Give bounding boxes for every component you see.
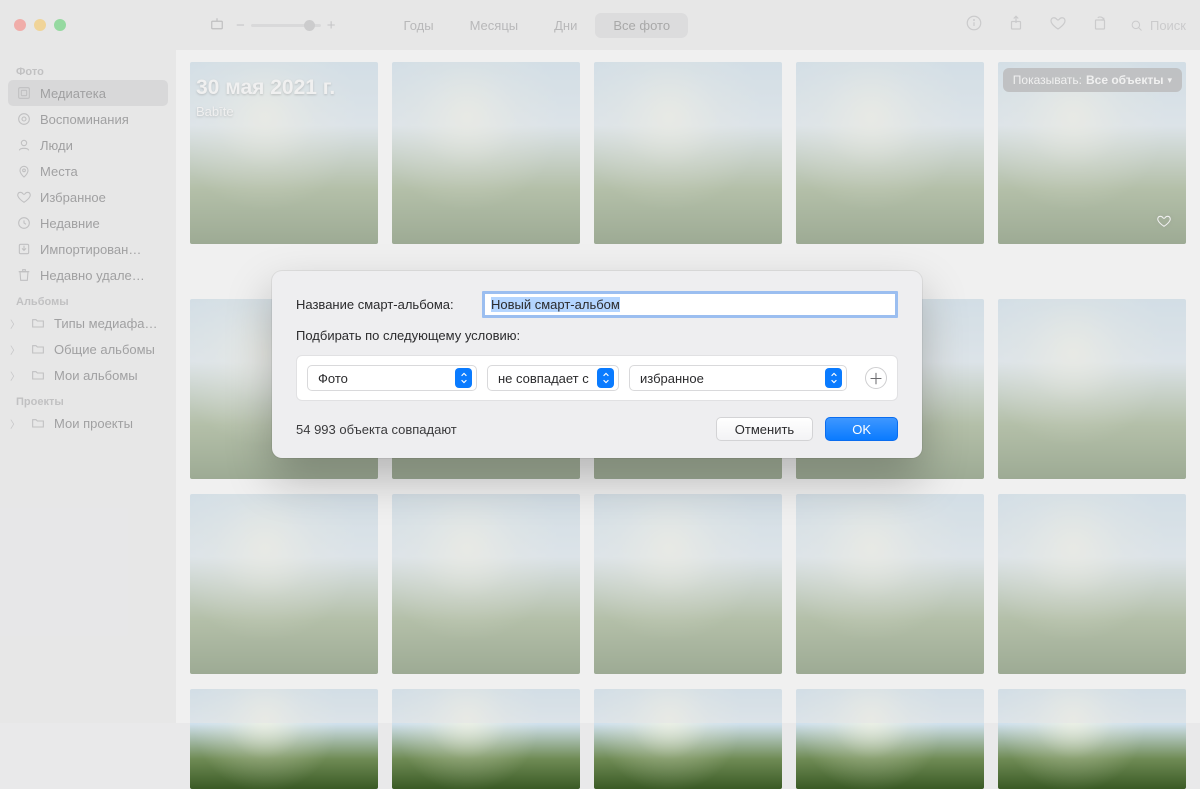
- smart-album-dialog: Название смарт-альбома: Новый смарт-альб…: [272, 271, 922, 458]
- select-arrows-icon: [825, 368, 842, 388]
- rule-row: Фото не совпадает с избранное ＋: [296, 355, 898, 401]
- dialog-name-label: Название смарт-альбома:: [296, 297, 472, 312]
- ok-button[interactable]: OK: [825, 417, 898, 441]
- rule-field-select[interactable]: Фото: [307, 365, 477, 391]
- smart-album-name-input[interactable]: Новый смарт-альбом: [482, 291, 898, 318]
- select-arrows-icon: [597, 368, 614, 388]
- dialog-condition-label: Подбирать по следующему условию:: [296, 328, 898, 343]
- cancel-button[interactable]: Отменить: [716, 417, 813, 441]
- rule-operator-select[interactable]: не совпадает с: [487, 365, 619, 391]
- add-rule-button[interactable]: ＋: [865, 367, 887, 389]
- select-arrows-icon: [455, 368, 472, 388]
- match-count-label: 54 993 объекта совпадают: [296, 422, 457, 437]
- rule-value-select[interactable]: избранное: [629, 365, 847, 391]
